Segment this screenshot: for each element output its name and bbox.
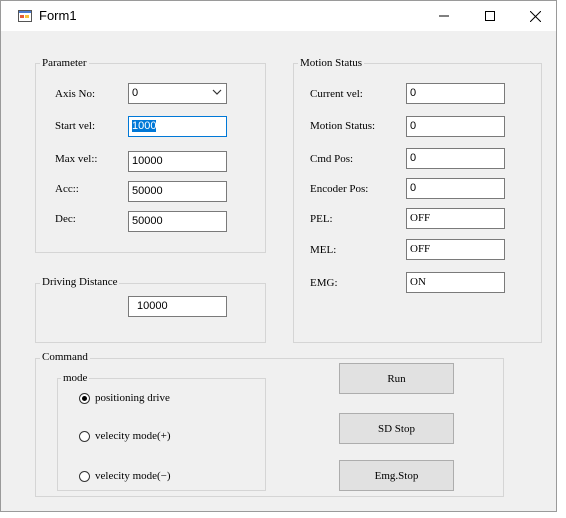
radio-button-checked: [79, 392, 90, 404]
form-window: Form1 Parameter Axis No: 0 Start vel: 10…: [0, 0, 557, 512]
radio-button: [79, 430, 90, 442]
motion-status-group-title: Motion Status: [298, 57, 365, 70]
acc-input[interactable]: 50000: [128, 181, 227, 202]
start-vel-input[interactable]: 1000: [128, 116, 227, 137]
title-bar[interactable]: Form1: [1, 1, 556, 31]
current-vel-field: 0: [406, 83, 505, 104]
app-icon: [18, 10, 32, 22]
maximize-button[interactable]: [467, 1, 513, 31]
max-vel-label: Max vel::: [55, 153, 98, 165]
pel-field: OFF: [406, 208, 505, 229]
close-button[interactable]: [512, 1, 558, 31]
command-group-title: Command: [40, 351, 90, 364]
axis-no-value: 0: [132, 87, 139, 99]
max-vel-input[interactable]: 10000: [128, 151, 227, 172]
dec-input[interactable]: 50000: [128, 211, 227, 232]
axis-no-select[interactable]: 0: [128, 83, 227, 104]
cmd-pos-label: Cmd Pos:: [310, 153, 354, 165]
radio-positioning-drive[interactable]: positioning drive: [79, 392, 170, 404]
dec-label: Dec:: [55, 213, 76, 225]
start-vel-value: 1000: [132, 120, 157, 132]
motion-status-group: [293, 63, 542, 343]
radio-label: velecity mode(−): [95, 470, 171, 482]
mel-field: OFF: [406, 239, 505, 260]
driving-distance-input[interactable]: 10000: [128, 296, 227, 317]
run-button[interactable]: Run: [339, 363, 454, 394]
chevron-down-icon: [212, 89, 222, 95]
emg-stop-button[interactable]: Emg.Stop: [339, 460, 454, 491]
pel-label: PEL:: [310, 213, 333, 225]
radio-velocity-plus[interactable]: velecity mode(+): [79, 430, 171, 442]
acc-label: Acc::: [55, 183, 79, 195]
close-icon: [529, 10, 541, 22]
mode-group-title: mode: [61, 372, 90, 385]
radio-velocity-minus[interactable]: velecity mode(−): [79, 470, 171, 482]
window-title: Form1: [39, 8, 77, 23]
emg-label: EMG:: [310, 277, 338, 289]
radio-label: positioning drive: [95, 392, 170, 404]
driving-distance-group-title: Driving Distance: [40, 276, 120, 289]
radio-button: [79, 470, 90, 482]
motion-status-label: Motion Status:: [310, 120, 376, 132]
cmd-pos-field: 0: [406, 148, 505, 169]
minimize-button[interactable]: [421, 1, 467, 31]
sd-stop-button[interactable]: SD Stop: [339, 413, 454, 444]
mel-label: MEL:: [310, 244, 337, 256]
current-vel-label: Current vel:: [310, 88, 363, 100]
radio-label: velecity mode(+): [95, 430, 171, 442]
minimize-icon: [439, 15, 449, 17]
emg-field: ON: [406, 272, 505, 293]
axis-no-label: Axis No:: [55, 88, 96, 100]
parameter-group-title: Parameter: [40, 57, 89, 70]
motion-status-field: 0: [406, 116, 505, 137]
start-vel-label: Start vel:: [55, 120, 96, 132]
encoder-pos-label: Encoder Pos:: [310, 183, 369, 195]
maximize-icon: [485, 11, 495, 21]
encoder-pos-field: 0: [406, 178, 505, 199]
